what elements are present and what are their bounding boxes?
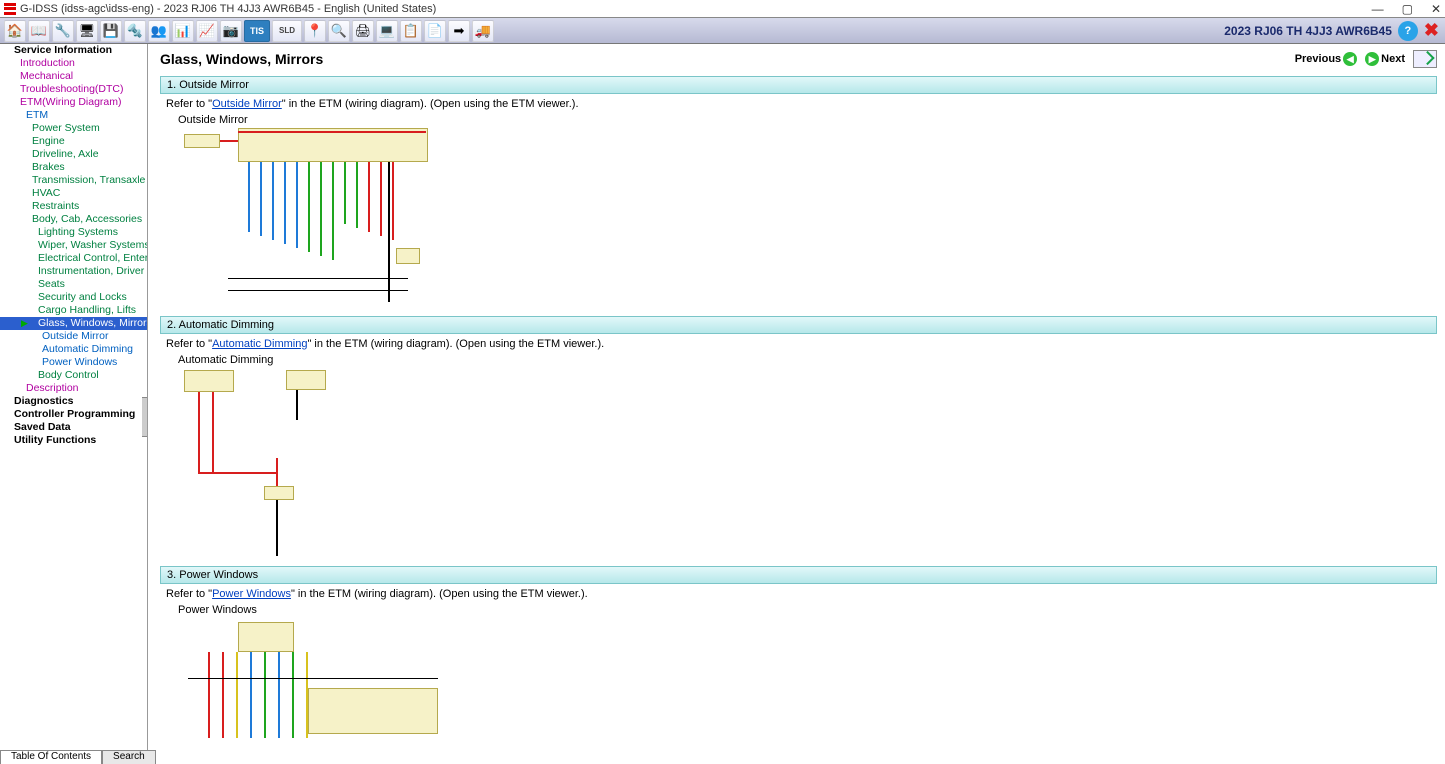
home-icon[interactable]: 🏠 xyxy=(4,20,26,42)
search-icon[interactable]: 🔍 xyxy=(328,20,350,42)
tree-item[interactable]: ETM(Wiring Diagram) xyxy=(0,96,147,109)
tree-item[interactable]: Saved Data xyxy=(0,421,147,434)
sld-icon[interactable]: SLD xyxy=(272,20,302,42)
section-header: 1. Outside Mirror xyxy=(160,76,1437,94)
wiring-diagram[interactable] xyxy=(178,368,338,558)
tree-item[interactable]: Seats xyxy=(0,278,147,291)
prev-button[interactable]: Previous ◀ xyxy=(1295,52,1359,66)
programming-icon[interactable]: 🖥 xyxy=(76,20,98,42)
popout-icon[interactable] xyxy=(1413,50,1437,68)
diagram-caption: Automatic Dimming xyxy=(178,354,1437,366)
save-icon[interactable]: 💾 xyxy=(100,20,122,42)
vehicle-label: 2023 RJ06 TH 4JJ3 AWR6B45 xyxy=(1224,24,1392,38)
tree-item[interactable]: Diagnostics xyxy=(0,395,147,408)
capture-icon[interactable]: 📷 xyxy=(220,20,242,42)
scope-icon[interactable]: 📈 xyxy=(196,20,218,42)
close-button[interactable]: ✕ xyxy=(1431,2,1441,16)
engine-diag-icon[interactable]: 🔧 xyxy=(52,20,74,42)
tree-item[interactable]: ETM xyxy=(0,109,147,122)
print-icon[interactable]: 🖨 xyxy=(352,20,374,42)
tree-item[interactable]: Wiper, Washer Systems xyxy=(0,239,147,252)
etm-link[interactable]: Automatic Dimming xyxy=(212,338,307,350)
page-title: Glass, Windows, Mirrors xyxy=(160,51,1295,67)
tree-item[interactable]: Power System xyxy=(0,122,147,135)
tree-item[interactable]: Utility Functions xyxy=(0,434,147,447)
clipboard-icon[interactable]: 📄 xyxy=(424,20,446,42)
arrow-right-icon[interactable]: ➡ xyxy=(448,20,470,42)
tree-item[interactable]: Body, Cab, Accessories xyxy=(0,213,147,226)
splitter-handle[interactable] xyxy=(142,397,148,437)
tree-item[interactable]: Transmission, Transaxle xyxy=(0,174,147,187)
laptop-icon[interactable]: 💻 xyxy=(376,20,398,42)
clipboard-list-icon[interactable]: 📋 xyxy=(400,20,422,42)
tree-item[interactable]: HVAC xyxy=(0,187,147,200)
main-toolbar: 🏠📖🔧🖥💾🔩👥📊📈📷TISSLD📍🔍🖨💻📋📄➡🚚 2023 RJ06 TH 4J… xyxy=(0,18,1445,44)
tree-item[interactable]: Controller Programming xyxy=(0,408,147,421)
next-arrow-icon: ▶ xyxy=(1365,52,1379,66)
tree-item[interactable]: Driveline, Axle xyxy=(0,148,147,161)
minimize-button[interactable]: — xyxy=(1372,2,1384,16)
section-header: 2. Automatic Dimming xyxy=(160,316,1437,334)
tree-item[interactable]: Automatic Dimming xyxy=(0,343,147,356)
help-icon[interactable]: ? xyxy=(1398,21,1418,41)
pin-icon[interactable]: 📍 xyxy=(304,20,326,42)
bottom-tabs: Table Of Contents Search xyxy=(0,750,156,764)
window-buttons: — ▢ ✕ xyxy=(1372,2,1441,16)
tree-item[interactable]: Introduction xyxy=(0,57,147,70)
tree-item[interactable]: Cargo Handling, Lifts xyxy=(0,304,147,317)
tree-item[interactable]: Instrumentation, Driver Info xyxy=(0,265,147,278)
wiring-diagram[interactable] xyxy=(178,128,438,308)
app-icon xyxy=(4,3,16,15)
tree-item[interactable]: Electrical Control, Entertainment xyxy=(0,252,147,265)
tree-item[interactable]: Engine xyxy=(0,135,147,148)
tab-toc[interactable]: Table Of Contents xyxy=(0,750,102,764)
tree-item[interactable]: ▶Glass, Windows, Mirrors xyxy=(0,317,147,330)
tab-search[interactable]: Search xyxy=(102,750,156,764)
section-header: 3. Power Windows xyxy=(160,566,1437,584)
tree-item[interactable]: Restraints xyxy=(0,200,147,213)
tree-item[interactable]: Security and Locks xyxy=(0,291,147,304)
tree-item[interactable]: Description xyxy=(0,382,147,395)
truck-icon[interactable]: 🚚 xyxy=(472,20,494,42)
tree-item[interactable]: Lighting Systems xyxy=(0,226,147,239)
tree-item[interactable]: Service Information xyxy=(0,44,147,57)
tree-item[interactable]: Outside Mirror xyxy=(0,330,147,343)
refer-text: Refer to "Power Windows" in the ETM (wir… xyxy=(166,588,1437,600)
tree-expand-arrow-icon: ▶ xyxy=(21,317,28,330)
people-icon[interactable]: 👥 xyxy=(148,20,170,42)
next-button[interactable]: ▶ Next xyxy=(1363,52,1405,66)
refer-text: Refer to "Automatic Dimming" in the ETM … xyxy=(166,338,1437,350)
tree-item[interactable]: Brakes xyxy=(0,161,147,174)
wrench-icon[interactable]: 🔩 xyxy=(124,20,146,42)
wiring-diagram[interactable] xyxy=(178,618,448,738)
refer-text: Refer to "Outside Mirror" in the ETM (wi… xyxy=(166,98,1437,110)
nav-tree[interactable]: Service InformationIntroductionMechanica… xyxy=(0,44,148,750)
maximize-button[interactable]: ▢ xyxy=(1402,2,1413,16)
tree-item[interactable]: Troubleshooting(DTC) xyxy=(0,83,147,96)
tree-item[interactable]: Power Windows xyxy=(0,356,147,369)
etm-link[interactable]: Outside Mirror xyxy=(212,98,282,110)
chart-icon[interactable]: 📊 xyxy=(172,20,194,42)
tree-item[interactable]: Body Control xyxy=(0,369,147,382)
titlebar: G-IDSS (idss-agc\idss-eng) - 2023 RJ06 T… xyxy=(0,0,1445,18)
diagram-caption: Power Windows xyxy=(178,604,1437,616)
window-title: G-IDSS (idss-agc\idss-eng) - 2023 RJ06 T… xyxy=(20,3,1372,15)
tree-item[interactable]: Mechanical xyxy=(0,70,147,83)
prev-arrow-icon: ◀ xyxy=(1343,52,1357,66)
etm-link[interactable]: Power Windows xyxy=(212,588,291,600)
book-icon[interactable]: 📖 xyxy=(28,20,50,42)
close-session-icon[interactable]: ✖ xyxy=(1424,20,1439,41)
tis-icon[interactable]: TIS xyxy=(244,20,270,42)
diagram-caption: Outside Mirror xyxy=(178,114,1437,126)
content-pane[interactable]: Glass, Windows, Mirrors Previous ◀ ▶ Nex… xyxy=(148,44,1445,750)
